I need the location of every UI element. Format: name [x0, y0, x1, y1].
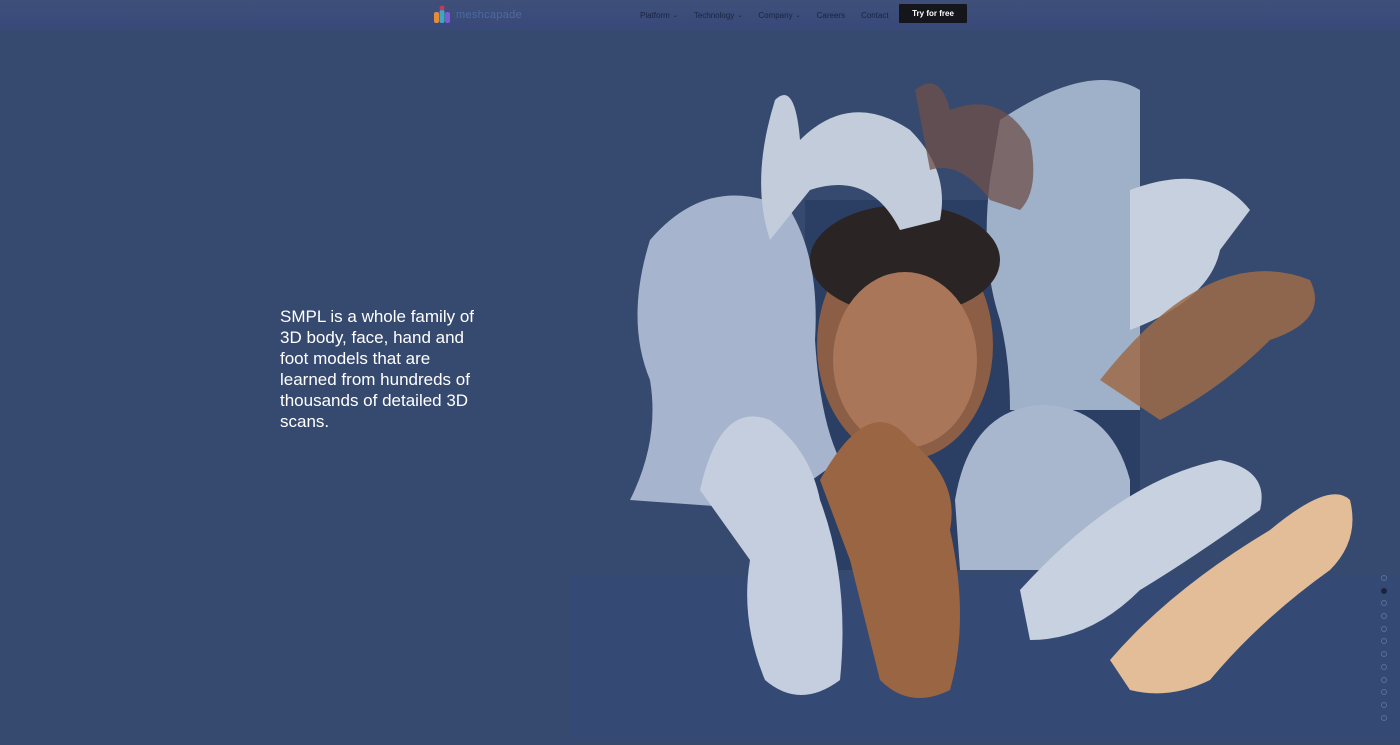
brand-logo[interactable]: meshcapade [432, 4, 522, 26]
pagination-dot[interactable] [1381, 600, 1387, 607]
menu-item-platform[interactable]: Platform ⌄ [640, 11, 678, 20]
menu-item-contact[interactable]: Contact [861, 11, 889, 20]
menu-item-label: Contact [861, 10, 889, 20]
try-for-free-button[interactable]: Try for free [899, 4, 967, 23]
menu-item-label: Technology [693, 10, 735, 20]
logo-text: meshcapade [456, 9, 522, 21]
pagination-dot[interactable] [1381, 676, 1387, 683]
main-menu: Platform ⌄ Technology ⌄ Company ⌄ Career… [640, 0, 905, 30]
pagination-dot[interactable] [1381, 625, 1387, 632]
menu-item-label: Careers [816, 10, 846, 20]
hero-headline: SMPL is a whole family of 3D body, face,… [280, 307, 474, 431]
pagination-dot[interactable] [1381, 689, 1387, 696]
chevron-down-icon: ⌄ [795, 12, 801, 19]
menu-item-careers[interactable]: Careers [817, 11, 845, 20]
pagination-dot[interactable] [1381, 638, 1387, 645]
section-pagination [1381, 575, 1389, 727]
menu-item-company[interactable]: Company ⌄ [758, 11, 800, 20]
top-navigation: meshcapade Platform ⌄ Technology ⌄ Compa… [0, 0, 1400, 30]
menu-item-technology[interactable]: Technology ⌄ [694, 11, 743, 20]
chevron-down-icon: ⌄ [672, 12, 678, 19]
hero-illustration [570, 60, 1400, 740]
pagination-dot[interactable] [1381, 701, 1387, 708]
pagination-dot-active[interactable] [1381, 587, 1387, 594]
menu-item-label: Company [758, 10, 793, 20]
pagination-dot[interactable] [1381, 714, 1387, 721]
chevron-down-icon: ⌄ [737, 12, 743, 19]
meshcapade-logo-icon [432, 5, 452, 25]
menu-item-label: Platform [640, 10, 670, 20]
pagination-dot[interactable] [1381, 575, 1387, 581]
pagination-dot[interactable] [1381, 651, 1387, 658]
pagination-dot[interactable] [1381, 663, 1387, 670]
pagination-dot[interactable] [1381, 613, 1387, 620]
